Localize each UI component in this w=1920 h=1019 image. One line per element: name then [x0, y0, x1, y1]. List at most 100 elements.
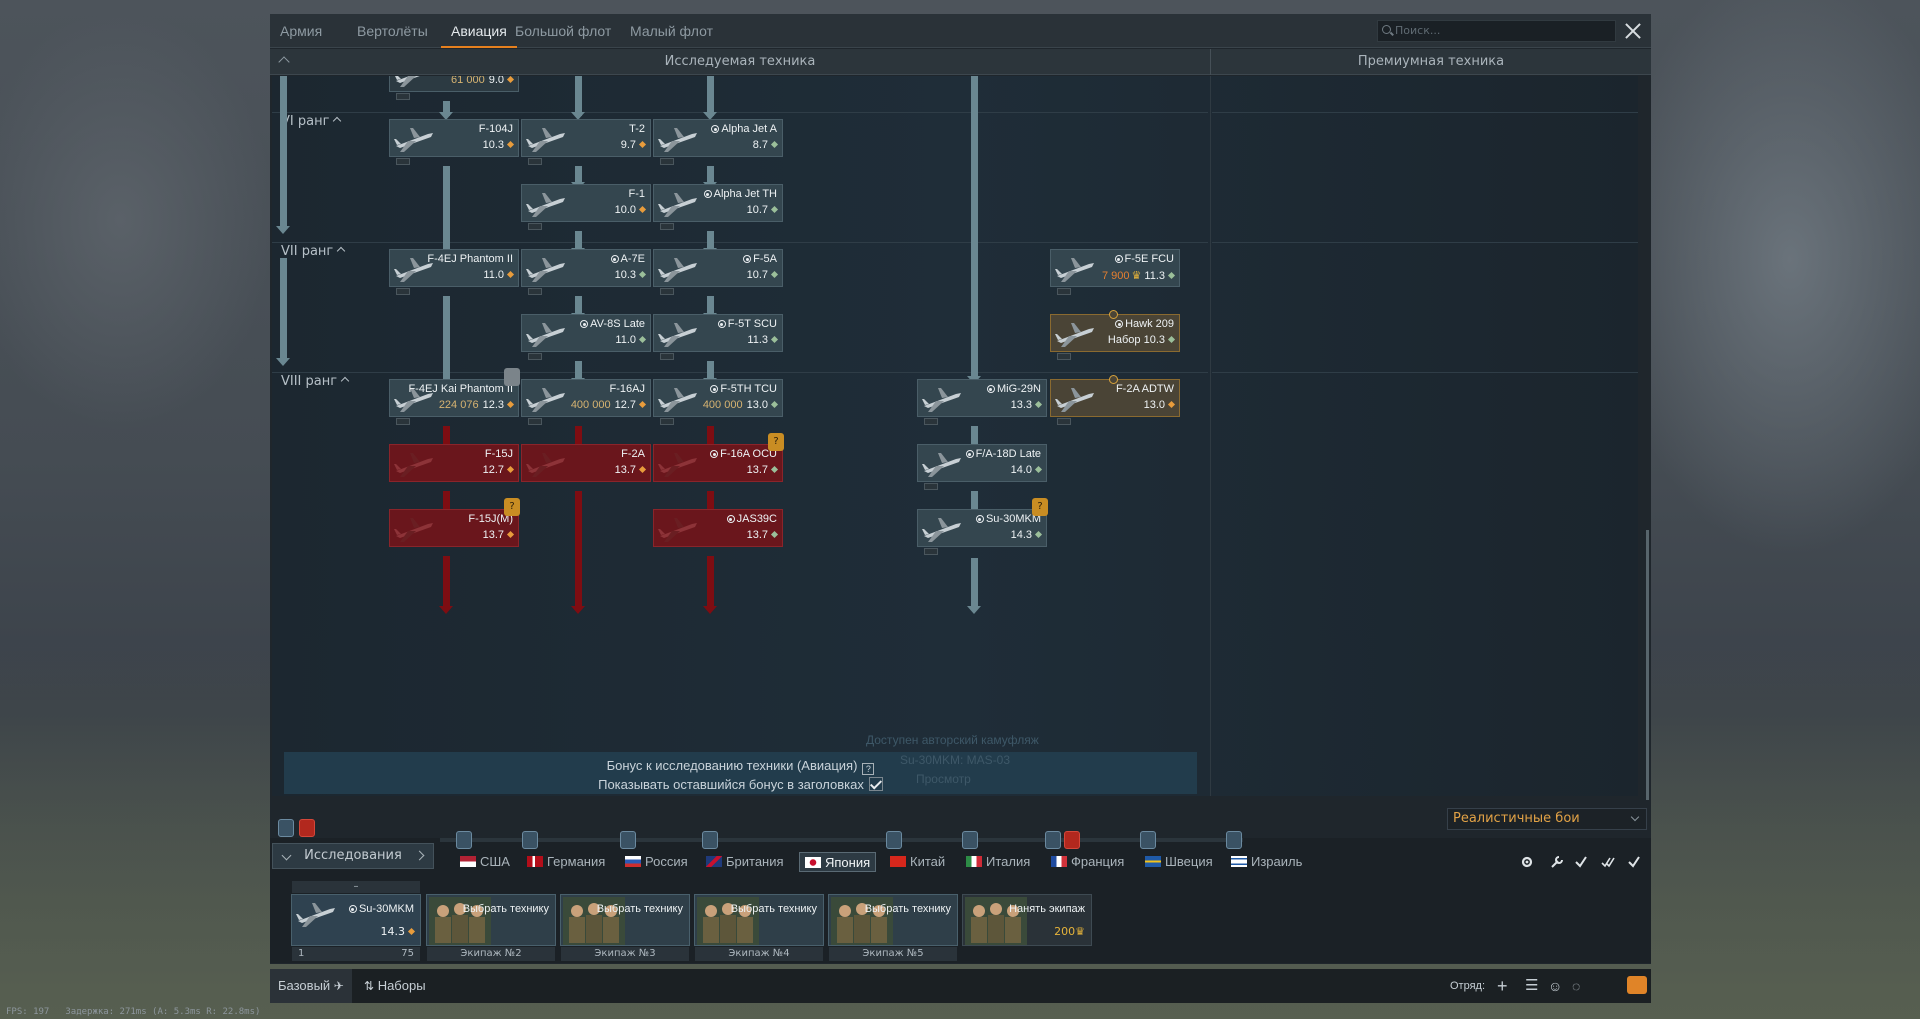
- flag-icon: [1231, 856, 1247, 867]
- tree-scrollbar[interactable]: [1646, 530, 1649, 800]
- card-battle-rating: 11.0: [615, 334, 636, 346]
- nation-research-badge-icon[interactable]: [620, 831, 636, 849]
- tab-coastal[interactable]: Малый флот: [620, 14, 723, 48]
- nation-research-badge-icon[interactable]: [456, 831, 472, 849]
- nation-tab[interactable]: Франция: [1051, 852, 1124, 872]
- crew-slot[interactable]: Выбрать технику Экипаж №4: [694, 894, 824, 961]
- rating-diamond-icon: [506, 400, 515, 409]
- multi-check-icon[interactable]: [1601, 855, 1615, 869]
- tab-bluewater[interactable]: Большой флот: [505, 14, 621, 48]
- nation-research-badge-icon[interactable]: [522, 831, 538, 849]
- base-preset-button[interactable]: Базовый ✈: [270, 969, 352, 1003]
- nation-research-badge-icon[interactable]: [1045, 831, 1061, 849]
- event-badge-icon[interactable]: [1064, 831, 1080, 849]
- vehicle-card[interactable]: Hawk 209 Набор 10.3: [1050, 310, 1180, 360]
- nation-tab[interactable]: Япония: [799, 852, 877, 872]
- nation-research-badge-icon[interactable]: [1226, 831, 1242, 849]
- crew-slot[interactable]: Выбрать технику Экипаж №5: [828, 894, 958, 961]
- camo-preview-link[interactable]: Просмотр: [916, 772, 971, 786]
- nation-research-badge-icon[interactable]: [702, 831, 718, 849]
- vehicle-card[interactable]: JAS39C 13.7: [653, 509, 783, 547]
- vehicle-card[interactable]: A-7E 10.3: [521, 249, 651, 295]
- aircraft-thumbnail: [658, 128, 697, 152]
- reward-badge-icon: ?: [504, 498, 520, 516]
- country-mark-icon: [710, 385, 719, 393]
- vehicle-card[interactable]: F-4EJ Phantom II 11.0: [389, 249, 519, 295]
- aircraft-thumbnail: [394, 518, 433, 542]
- card-rating-row: 14.0: [1011, 464, 1043, 476]
- nation-research-badge-icon[interactable]: [886, 831, 902, 849]
- vehicle-card[interactable]: F-15J 12.7: [389, 444, 519, 482]
- rank-divider: [1212, 112, 1638, 113]
- nation-tab[interactable]: Израиль: [1231, 852, 1302, 872]
- game-mode-select[interactable]: Реалистичные бои: [1447, 808, 1647, 830]
- event-badge-icon[interactable]: [299, 819, 315, 837]
- card-prefix: Набор: [1107, 334, 1141, 346]
- card-name: F-5T SCU: [727, 318, 777, 330]
- rank-label-7[interactable]: VII ранг: [281, 244, 346, 259]
- friends-icon[interactable]: ☺: [1548, 969, 1562, 1003]
- vehicle-card[interactable]: F-104J 10.3: [389, 119, 519, 165]
- nation-tab[interactable]: США: [460, 852, 510, 872]
- nation-tab[interactable]: Китай: [890, 852, 945, 872]
- vehicle-card[interactable]: F-5E FCU 7 900 ♛ 11.3: [1050, 249, 1180, 295]
- vehicle-card[interactable]: F-16A OCU 13.7?: [653, 433, 784, 482]
- vehicle-card[interactable]: T-2 9.7: [521, 119, 651, 165]
- vehicle-card[interactable]: MiG-29N 13.3: [917, 379, 1047, 425]
- aircraft-thumbnail: [526, 453, 565, 477]
- vehicle-card[interactable]: Alpha Jet TH 10.7: [653, 184, 783, 230]
- close-icon[interactable]: [1620, 18, 1646, 44]
- vehicle-card[interactable]: F-2A ADTW 13.0: [1050, 375, 1180, 425]
- vehicle-card[interactable]: F-15J(M) 13.7?: [389, 498, 520, 547]
- crew-slot[interactable]: Выбрать технику Экипаж №2: [426, 894, 556, 961]
- check-icon[interactable]: [1574, 855, 1588, 869]
- tree-line: [971, 426, 978, 446]
- nation-tab[interactable]: Россия: [625, 852, 688, 872]
- vehicle-card[interactable]: F-2A 13.7: [521, 444, 651, 482]
- nation-research-badge-icon[interactable]: [962, 831, 978, 849]
- gear-icon[interactable]: [1520, 855, 1534, 869]
- vehicle-card[interactable]: AV-8S Late 11.0: [521, 314, 651, 360]
- search-input[interactable]: Поиск...: [1377, 20, 1616, 42]
- vehicle-card[interactable]: Su-30MKM 14.3?: [917, 498, 1048, 555]
- nation-tab[interactable]: Германия: [527, 852, 605, 872]
- research-toggle-button[interactable]: Исследования: [272, 843, 434, 869]
- rank-label-text: VIII ранг: [281, 374, 338, 389]
- nation-research-badge-icon[interactable]: [1140, 831, 1156, 849]
- sets-button[interactable]: ⇅ Наборы: [364, 969, 426, 1003]
- chat-icon[interactable]: ◌: [1572, 969, 1580, 1003]
- crew-slot-icon: [528, 353, 542, 360]
- vehicle-card[interactable]: F-1 10.0: [521, 184, 651, 230]
- wrench-icon[interactable]: [1550, 855, 1564, 869]
- add-squad-icon[interactable]: +: [1497, 969, 1508, 1003]
- help-icon[interactable]: ?: [862, 763, 875, 775]
- tab-army[interactable]: Армия: [270, 14, 332, 48]
- vehicle-card[interactable]: F-16AJ 400 000 12.7: [521, 379, 651, 425]
- tab-helicopters[interactable]: Вертолёты: [347, 14, 438, 48]
- vehicle-card[interactable]: Alpha Jet A 8.7: [653, 119, 783, 165]
- nation-tab[interactable]: Британия: [706, 852, 784, 872]
- chevron-icon: [281, 850, 292, 861]
- research-toggle-label: Исследования: [304, 848, 402, 863]
- vehicle-card[interactable]: F-86F-4061 0009.0: [389, 76, 519, 100]
- bonus-checkbox[interactable]: [868, 777, 883, 791]
- list-icon[interactable]: ☰: [1525, 969, 1538, 1003]
- crew-level: 1: [298, 948, 305, 959]
- vehicle-card[interactable]: F-5A 10.7: [653, 249, 783, 295]
- mail-icon[interactable]: [1627, 976, 1647, 994]
- research-badge-icon[interactable]: [278, 819, 294, 837]
- crew-slot[interactable]: Su-30MKM 14.3 1 75 –: [291, 881, 421, 961]
- nation-tab[interactable]: Швеция: [1145, 852, 1213, 872]
- tree-line: [971, 558, 978, 608]
- hire-crew-button[interactable]: Нанять экипаж 200♛: [962, 894, 1092, 946]
- vehicle-card[interactable]: F-5T SCU 11.3: [653, 314, 783, 360]
- rank-label-8[interactable]: VIII ранг: [281, 374, 350, 389]
- crew-slot[interactable]: Выбрать технику Экипаж №3: [560, 894, 690, 961]
- card-name: Alpha Jet A: [721, 123, 777, 135]
- vehicle-card[interactable]: F/A-18D Late 14.0: [917, 444, 1047, 490]
- nation-tab[interactable]: Италия: [966, 852, 1030, 872]
- check-all-icon[interactable]: [1627, 855, 1641, 869]
- vehicle-card[interactable]: F-5TH TCU 400 000 13.0: [653, 379, 783, 425]
- vehicle-card[interactable]: F-4EJ Kai Phantom II 224 076 12.3: [389, 368, 520, 425]
- rank-label-6[interactable]: VI ранг: [281, 114, 342, 129]
